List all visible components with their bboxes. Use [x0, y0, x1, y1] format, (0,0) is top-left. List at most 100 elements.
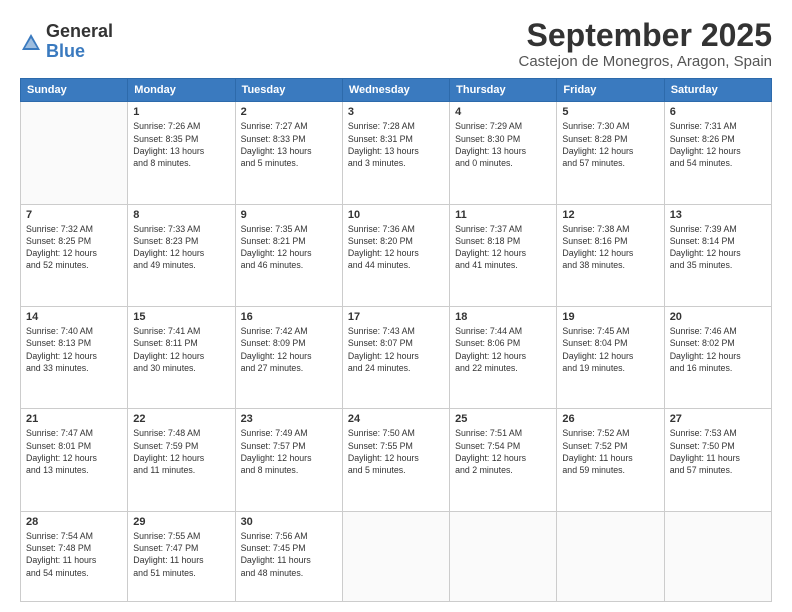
header-wednesday: Wednesday — [342, 79, 449, 102]
day-info: Sunrise: 7:29 AMSunset: 8:30 PMDaylight:… — [455, 120, 551, 169]
day-number: 22 — [133, 413, 229, 425]
title-block: September 2025 Castejon de Monegros, Ara… — [519, 18, 773, 70]
day-number: 6 — [670, 106, 766, 118]
month-title: September 2025 — [519, 18, 773, 53]
day-number: 5 — [562, 106, 658, 118]
day-info: Sunrise: 7:50 AMSunset: 7:55 PMDaylight:… — [348, 427, 444, 476]
table-row: 25 Sunrise: 7:51 AMSunset: 7:54 PMDayligh… — [450, 409, 557, 511]
day-info: Sunrise: 7:46 AMSunset: 8:02 PMDaylight:… — [670, 325, 766, 374]
table-row: 7Sunrise: 7:32 AMSunset: 8:25 PMDaylight… — [21, 204, 128, 306]
table-row: 6 Sunrise: 7:31 AMSunset: 8:26 PMDaylight… — [664, 102, 771, 204]
day-number: 12 — [562, 209, 658, 221]
table-row: 1 Sunrise: 7:26 AMSunset: 8:35 PMDaylight… — [128, 102, 235, 204]
day-number: 28 — [26, 516, 122, 528]
day-number: 19 — [562, 311, 658, 323]
day-number: 7 — [26, 209, 122, 221]
day-info: Sunrise: 7:35 AMSunset: 8:21 PMDaylight:… — [241, 223, 337, 272]
day-info: Sunrise: 7:54 AMSunset: 7:48 PMDaylight:… — [26, 530, 122, 579]
day-info: Sunrise: 7:39 AMSunset: 8:14 PMDaylight:… — [670, 223, 766, 272]
day-number: 1 — [133, 106, 229, 118]
table-row: 16Sunrise: 7:42 AMSunset: 8:09 PMDayligh… — [235, 306, 342, 408]
day-number: 26 — [562, 413, 658, 425]
day-number: 11 — [455, 209, 551, 221]
table-row: 19 Sunrise: 7:45 AMSunset: 8:04 PMDayligh… — [557, 306, 664, 408]
day-number: 10 — [348, 209, 444, 221]
day-number: 24 — [348, 413, 444, 425]
day-info: Sunrise: 7:48 AMSunset: 7:59 PMDaylight:… — [133, 427, 229, 476]
table-row: 26 Sunrise: 7:52 AMSunset: 7:52 PMDayligh… — [557, 409, 664, 511]
header-saturday: Saturday — [664, 79, 771, 102]
table-row: 10 Sunrise: 7:36 AMSunset: 8:20 PMDayligh… — [342, 204, 449, 306]
table-row — [450, 511, 557, 601]
table-row: 29 Sunrise: 7:55 AMSunset: 7:47 PMDayligh… — [128, 511, 235, 601]
logo-general: General — [46, 22, 113, 42]
day-info: Sunrise: 7:27 AMSunset: 8:33 PMDaylight:… — [241, 120, 337, 169]
table-row: 24 Sunrise: 7:50 AMSunset: 7:55 PMDayligh… — [342, 409, 449, 511]
day-number: 25 — [455, 413, 551, 425]
day-info: Sunrise: 7:52 AMSunset: 7:52 PMDaylight:… — [562, 427, 658, 476]
day-number: 23 — [241, 413, 337, 425]
logo: General Blue — [20, 22, 113, 62]
day-number: 8 — [133, 209, 229, 221]
day-info: Sunrise: 7:38 AMSunset: 8:16 PMDaylight:… — [562, 223, 658, 272]
day-info: Sunrise: 7:45 AMSunset: 8:04 PMDaylight:… — [562, 325, 658, 374]
day-info: Sunrise: 7:31 AMSunset: 8:26 PMDaylight:… — [670, 120, 766, 169]
location-title: Castejon de Monegros, Aragon, Spain — [519, 53, 773, 70]
table-row: 5 Sunrise: 7:30 AMSunset: 8:28 PMDaylight… — [557, 102, 664, 204]
day-info: Sunrise: 7:26 AMSunset: 8:35 PMDaylight:… — [133, 120, 229, 169]
table-row: 11 Sunrise: 7:37 AMSunset: 8:18 PMDayligh… — [450, 204, 557, 306]
day-number: 14 — [26, 311, 122, 323]
header-friday: Friday — [557, 79, 664, 102]
day-info: Sunrise: 7:37 AMSunset: 8:18 PMDaylight:… — [455, 223, 551, 272]
day-number: 2 — [241, 106, 337, 118]
day-info: Sunrise: 7:36 AMSunset: 8:20 PMDaylight:… — [348, 223, 444, 272]
table-row: 2 Sunrise: 7:27 AMSunset: 8:33 PMDaylight… — [235, 102, 342, 204]
day-number: 18 — [455, 311, 551, 323]
logo-icon — [20, 32, 42, 54]
table-row: 18 Sunrise: 7:44 AMSunset: 8:06 PMDayligh… — [450, 306, 557, 408]
table-row — [557, 511, 664, 601]
table-row: 30Sunrise: 7:56 AMSunset: 7:45 PMDayligh… — [235, 511, 342, 601]
day-info: Sunrise: 7:55 AMSunset: 7:47 PMDaylight:… — [133, 530, 229, 579]
table-row: 12 Sunrise: 7:38 AMSunset: 8:16 PMDayligh… — [557, 204, 664, 306]
day-info: Sunrise: 7:40 AMSunset: 8:13 PMDaylight:… — [26, 325, 122, 374]
day-number: 29 — [133, 516, 229, 528]
day-info: Sunrise: 7:49 AMSunset: 7:57 PMDaylight:… — [241, 427, 337, 476]
header-row: Sunday Monday Tuesday Wednesday Thursday… — [21, 79, 772, 102]
table-row: 27 Sunrise: 7:53 AMSunset: 7:50 PMDayligh… — [664, 409, 771, 511]
table-row: 13 Sunrise: 7:39 AMSunset: 8:14 PMDayligh… — [664, 204, 771, 306]
table-row: 17Sunrise: 7:43 AMSunset: 8:07 PMDayligh… — [342, 306, 449, 408]
table-row — [21, 102, 128, 204]
table-row — [342, 511, 449, 601]
table-row: 28 Sunrise: 7:54 AMSunset: 7:48 PMDayligh… — [21, 511, 128, 601]
day-number: 27 — [670, 413, 766, 425]
day-number: 4 — [455, 106, 551, 118]
day-info: Sunrise: 7:53 AMSunset: 7:50 PMDaylight:… — [670, 427, 766, 476]
table-row: 3 Sunrise: 7:28 AMSunset: 8:31 PMDaylight… — [342, 102, 449, 204]
day-number: 20 — [670, 311, 766, 323]
day-info: Sunrise: 7:30 AMSunset: 8:28 PMDaylight:… — [562, 120, 658, 169]
table-row: 9Sunrise: 7:35 AMSunset: 8:21 PMDaylight… — [235, 204, 342, 306]
table-row: 20 Sunrise: 7:46 AMSunset: 8:02 PMDayligh… — [664, 306, 771, 408]
day-info: Sunrise: 7:41 AMSunset: 8:11 PMDaylight:… — [133, 325, 229, 374]
day-info: Sunrise: 7:43 AMSunset: 8:07 PMDaylight:… — [348, 325, 444, 374]
header: General Blue September 2025 Castejon de … — [20, 18, 772, 70]
table-row — [664, 511, 771, 601]
table-row: 4 Sunrise: 7:29 AMSunset: 8:30 PMDaylight… — [450, 102, 557, 204]
day-info: Sunrise: 7:42 AMSunset: 8:09 PMDaylight:… — [241, 325, 337, 374]
day-number: 13 — [670, 209, 766, 221]
table-row: 21Sunrise: 7:47 AMSunset: 8:01 PMDayligh… — [21, 409, 128, 511]
header-thursday: Thursday — [450, 79, 557, 102]
day-info: Sunrise: 7:51 AMSunset: 7:54 PMDaylight:… — [455, 427, 551, 476]
logo-text: General Blue — [46, 22, 113, 62]
table-row: 15Sunrise: 7:41 AMSunset: 8:11 PMDayligh… — [128, 306, 235, 408]
table-row: 23 Sunrise: 7:49 AMSunset: 7:57 PMDayligh… — [235, 409, 342, 511]
table-row: 22 Sunrise: 7:48 AMSunset: 7:59 PMDayligh… — [128, 409, 235, 511]
table-row: 14 Sunrise: 7:40 AMSunset: 8:13 PMDayligh… — [21, 306, 128, 408]
day-info: Sunrise: 7:28 AMSunset: 8:31 PMDaylight:… — [348, 120, 444, 169]
day-number: 3 — [348, 106, 444, 118]
day-info: Sunrise: 7:44 AMSunset: 8:06 PMDaylight:… — [455, 325, 551, 374]
page: General Blue September 2025 Castejon de … — [0, 0, 792, 612]
header-monday: Monday — [128, 79, 235, 102]
header-sunday: Sunday — [21, 79, 128, 102]
